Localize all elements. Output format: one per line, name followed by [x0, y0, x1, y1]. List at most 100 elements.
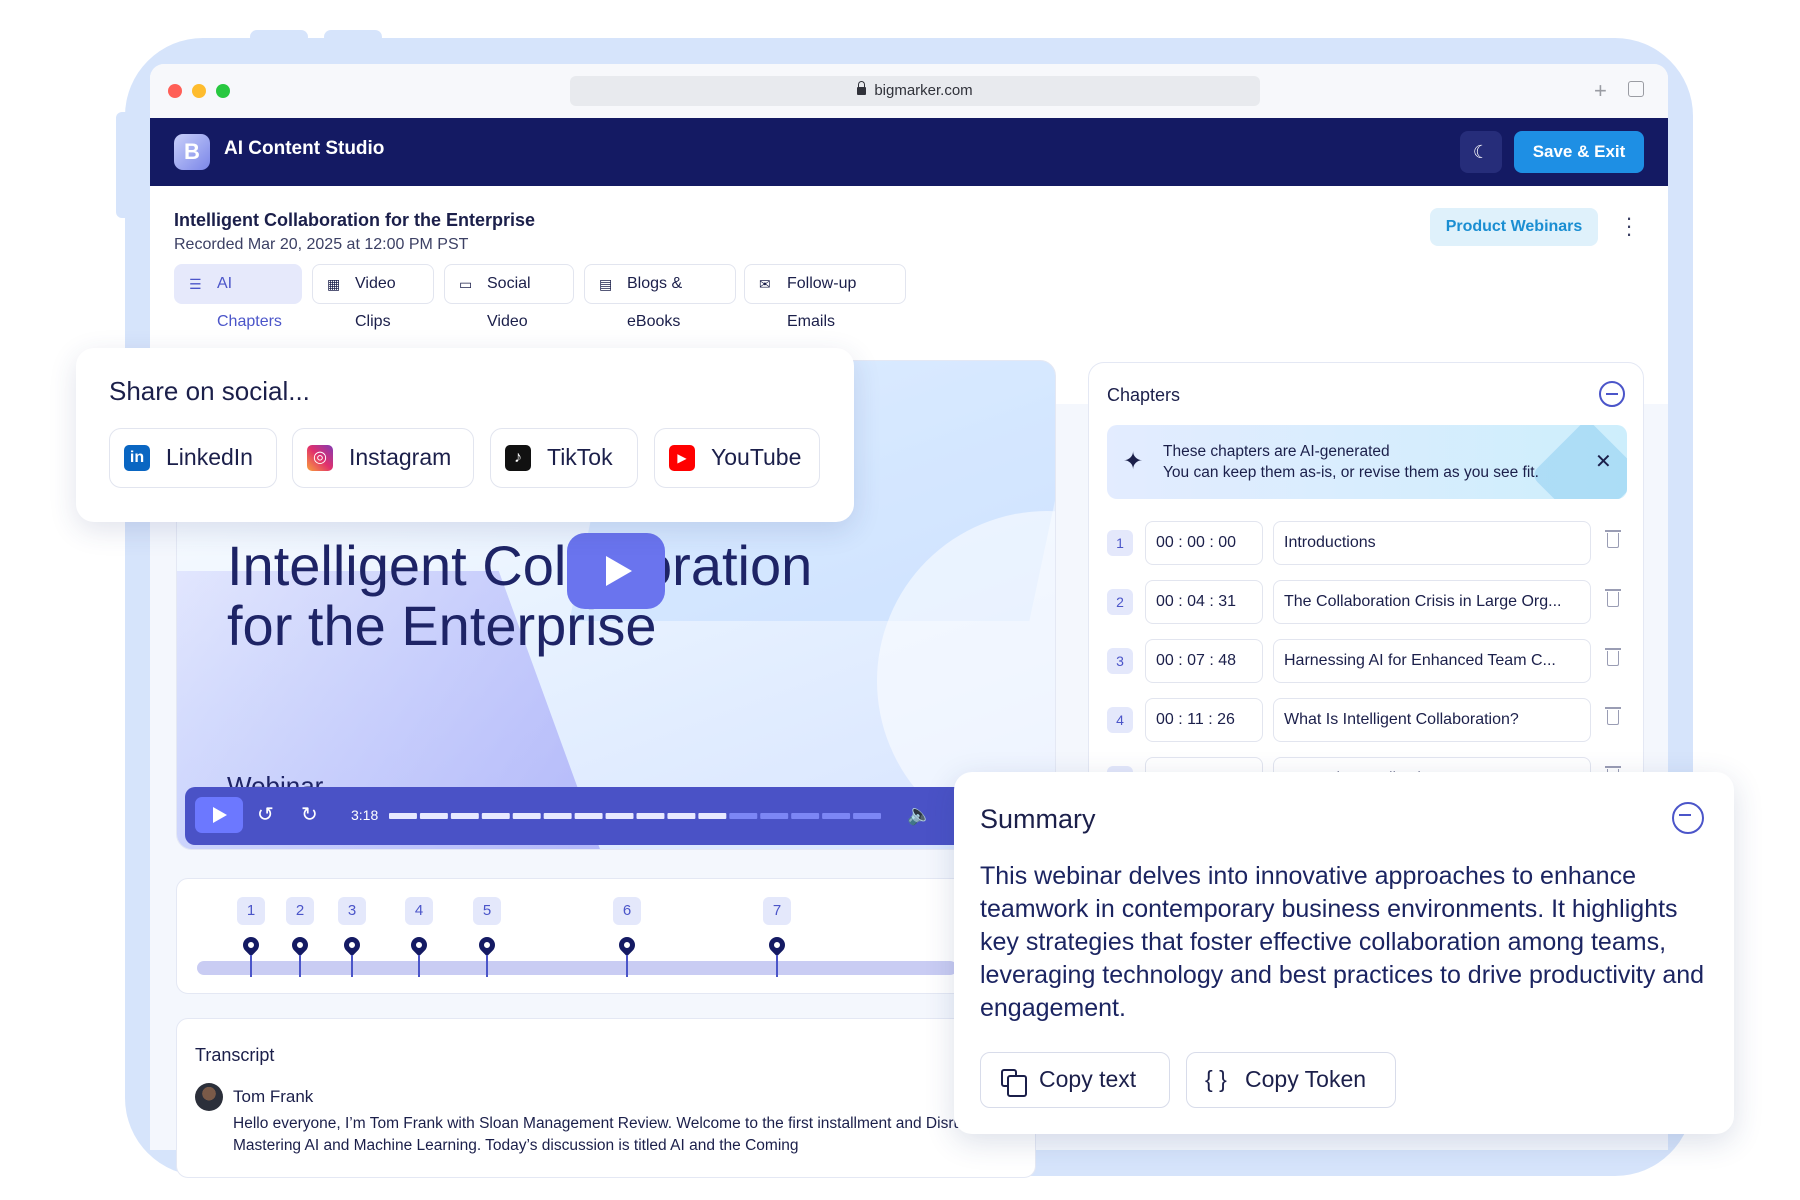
tab-blogs-ebooks[interactable]: ▤ Blogs & eBooks [584, 264, 736, 330]
tab-video-clips[interactable]: ▦ Video Clips [312, 264, 434, 330]
progress-segment[interactable] [450, 813, 479, 819]
forward-10-icon[interactable]: ↻ [301, 802, 318, 827]
timeline-track[interactable] [197, 961, 957, 975]
progress-segment[interactable] [636, 813, 665, 819]
progress-bar[interactable] [389, 813, 881, 819]
trash-icon[interactable] [1605, 530, 1621, 548]
progress-segment[interactable] [791, 813, 820, 819]
url-bar[interactable]: bigmarker.com [570, 76, 1260, 106]
share-linkedin-button[interactable]: in LinkedIn [109, 428, 277, 488]
notice-body: You can keep them as-is, or revise them … [1163, 464, 1539, 481]
copy-token-button[interactable]: { } Copy Token [1186, 1052, 1396, 1108]
transcript-panel: Transcript Tom Frank Hello everyone, I’m… [176, 1018, 1036, 1178]
url-text: bigmarker.com [874, 82, 973, 99]
instagram-icon: ◎ [307, 445, 333, 471]
trash-icon[interactable] [1605, 589, 1621, 607]
chapter-time-input[interactable]: 00 : 04 : 31 [1145, 580, 1263, 624]
pin-icon [340, 933, 364, 957]
progress-segment[interactable] [574, 813, 603, 819]
tab-ai-chapters[interactable]: ☰ AI Chapters [174, 264, 302, 330]
timeline-marker[interactable]: 3 [338, 897, 366, 977]
play-video-button[interactable] [567, 533, 665, 609]
chapter-title-input[interactable]: What Is Intelligent Collaboration? [1273, 698, 1591, 742]
category-badge[interactable]: Product Webinars [1430, 208, 1598, 246]
progress-segment[interactable] [853, 813, 881, 819]
tabs-overview-icon[interactable] [1628, 81, 1644, 97]
close-icon[interactable]: ✕ [1595, 449, 1612, 474]
braces-icon: { } [1205, 1066, 1227, 1092]
progress-segment[interactable] [605, 813, 634, 819]
rewind-10-icon[interactable]: ↺ [257, 802, 274, 827]
progress-segment[interactable] [481, 813, 510, 819]
chapter-title-input[interactable]: Introductions [1273, 521, 1591, 565]
chapter-number: 1 [1107, 530, 1133, 556]
collapse-icon[interactable] [1599, 381, 1625, 407]
new-tab-icon[interactable]: + [1594, 78, 1607, 104]
tab-social-video[interactable]: ▭ Social Video [444, 264, 574, 330]
device-tab-nub [250, 30, 308, 44]
share-social-card: Share on social... in LinkedIn ◎ Instagram… [76, 348, 854, 522]
share-title: Share on social... [109, 376, 310, 406]
dark-mode-toggle[interactable]: ☾ [1460, 131, 1502, 173]
volume-icon[interactable]: 🔈 [907, 802, 932, 827]
film-icon: ▦ [327, 276, 341, 292]
progress-segment[interactable] [667, 813, 696, 819]
minimize-window-dot[interactable] [192, 84, 206, 98]
chapter-row: 2 00 : 04 : 31 The Collaboration Crisis … [1107, 580, 1627, 624]
star-decoration [1530, 425, 1627, 499]
trash-icon[interactable] [1605, 648, 1621, 666]
share-instagram-button[interactable]: ◎ Instagram [292, 428, 474, 488]
recording-date: Recorded Mar 20, 2025 at 12:00 PM PST [174, 236, 469, 253]
chapter-title-input[interactable]: The Collaboration Crisis in Large Org... [1273, 580, 1591, 624]
progress-segment[interactable] [543, 813, 572, 819]
maximize-window-dot[interactable] [216, 84, 230, 98]
browser-chrome: bigmarker.com + [150, 64, 1668, 118]
speaker-name: Tom Frank [233, 1087, 314, 1106]
chapter-row: 3 00 : 07 : 48 Harnessing AI for Enhance… [1107, 639, 1627, 683]
ai-generated-notice: ✦ These chapters are AI-generated You ca… [1107, 425, 1627, 499]
collapse-icon[interactable] [1672, 802, 1704, 834]
chapter-time-input[interactable]: 00 : 07 : 48 [1145, 639, 1263, 683]
pin-icon [239, 933, 263, 957]
chapter-time-input[interactable]: 00 : 00 : 00 [1145, 521, 1263, 565]
pin-icon [615, 933, 639, 957]
progress-segment[interactable] [419, 813, 448, 819]
timeline-marker[interactable]: 1 [237, 897, 265, 977]
notice-heading: These chapters are AI-generated [1163, 443, 1390, 460]
tab-follow-up-emails[interactable]: ✉ Follow-up Emails [744, 264, 906, 330]
progress-segment[interactable] [822, 813, 851, 819]
progress-segment[interactable] [760, 813, 789, 819]
progress-segment[interactable] [729, 813, 758, 819]
copy-text-button[interactable]: Copy text [980, 1052, 1170, 1108]
share-tiktok-button[interactable]: ♪ TikTok [490, 428, 638, 488]
play-rect-icon: ▭ [459, 276, 473, 292]
chapters-title: Chapters [1107, 385, 1181, 405]
chapter-title-input[interactable]: Harnessing AI for Enhanced Team C... [1273, 639, 1591, 683]
app-header: B AI Content Studio ☾ Save & Exit [150, 118, 1668, 186]
chapter-number: 3 [1107, 648, 1133, 674]
progress-segment[interactable] [512, 813, 541, 819]
pin-icon [407, 933, 431, 957]
timeline-marker[interactable]: 7 [763, 897, 791, 977]
share-youtube-button[interactable]: ▶ YouTube [654, 428, 820, 488]
transcript-text[interactable]: Hello everyone, I’m Tom Frank with Sloan… [233, 1113, 1033, 1157]
more-options-icon[interactable]: · · · [1624, 207, 1634, 245]
progress-segment[interactable] [389, 813, 417, 819]
close-window-dot[interactable] [168, 84, 182, 98]
pin-icon [475, 933, 499, 957]
chapter-timeline: 1 2 3 4 5 6 7 [176, 878, 996, 994]
timeline-marker[interactable]: 4 [405, 897, 433, 977]
save-exit-button[interactable]: Save & Exit [1514, 131, 1644, 173]
youtube-icon: ▶ [669, 445, 695, 471]
mail-icon: ✉ [759, 276, 771, 292]
timeline-marker[interactable]: 6 [613, 897, 641, 977]
chapter-time-input[interactable]: 00 : 11 : 26 [1145, 698, 1263, 742]
summary-card: Summary This webinar delves into innovat… [954, 772, 1734, 1134]
trash-icon[interactable] [1605, 707, 1621, 725]
timeline-marker[interactable]: 2 [286, 897, 314, 977]
timeline-marker[interactable]: 5 [473, 897, 501, 977]
chapter-number: 2 [1107, 589, 1133, 615]
play-button[interactable] [195, 797, 243, 833]
chapter-row: 1 00 : 00 : 00 Introductions [1107, 521, 1627, 565]
progress-segment[interactable] [698, 813, 727, 819]
